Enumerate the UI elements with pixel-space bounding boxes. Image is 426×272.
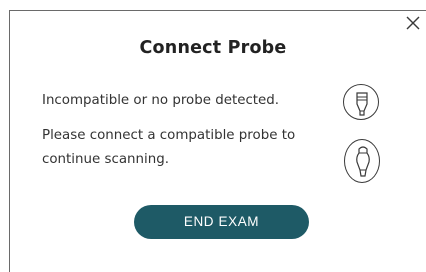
message-secondary: Please connect a compatible probe to con… — [42, 128, 296, 167]
close-icon — [406, 16, 420, 30]
linear-probe-icon — [343, 84, 379, 120]
dialog-title: Connect Probe — [139, 38, 287, 58]
close-button[interactable] — [404, 14, 422, 32]
convex-probe-icon — [344, 139, 380, 183]
end-exam-button[interactable]: END EXAM — [134, 205, 309, 239]
message-primary: Incompatible or no probe detected. — [42, 93, 280, 108]
